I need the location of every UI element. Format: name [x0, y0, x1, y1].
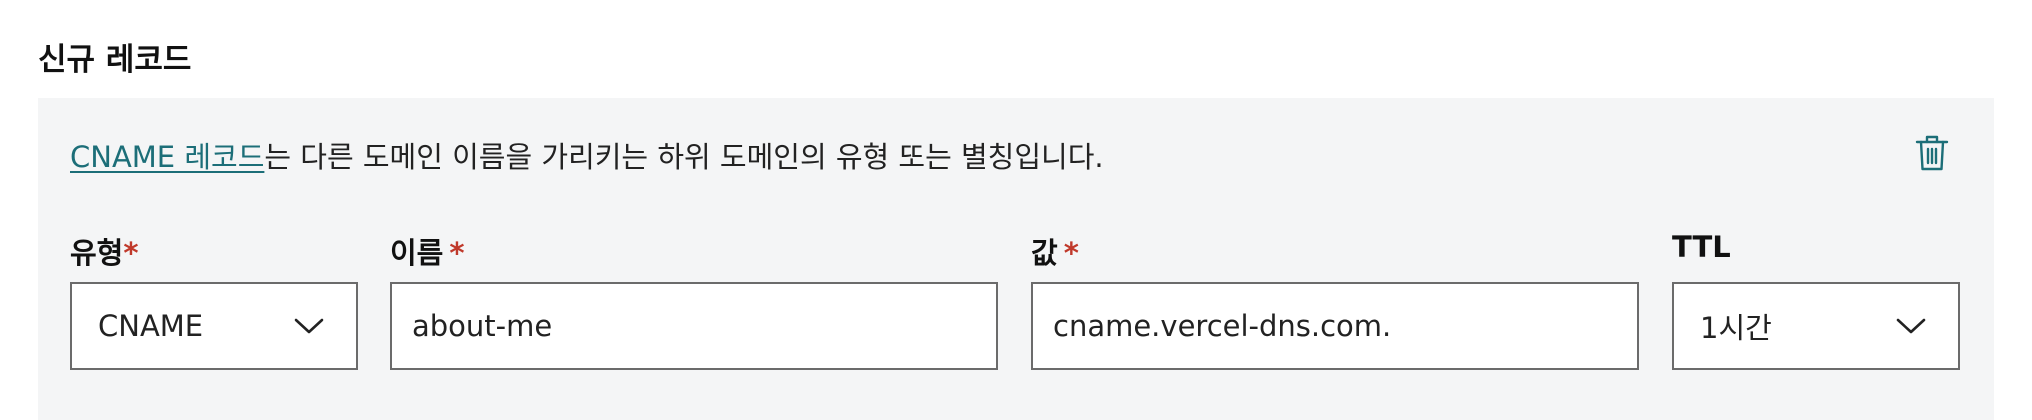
- new-record-panel: CNAME 레코드는 다른 도메인 이름을 가리키는 하위 도메인의 유형 또는…: [38, 98, 1994, 420]
- name-input[interactable]: about-me: [390, 282, 998, 370]
- chevron-down-icon: [294, 318, 324, 334]
- ttl-select[interactable]: 1시간: [1672, 282, 1960, 370]
- section-title: 신규 레코드: [38, 42, 192, 78]
- name-input-value: about-me: [412, 309, 553, 343]
- description-text: 는 다른 도메인 이름을 가리키는 하위 도메인의 유형 또는 별칭입니다.: [264, 140, 1104, 174]
- required-marker: *: [123, 236, 139, 270]
- required-marker: *: [449, 236, 465, 270]
- ttl-select-value: 1시간: [1700, 311, 1772, 345]
- required-marker: *: [1063, 236, 1079, 270]
- name-label: 이름 *: [390, 236, 465, 270]
- record-description: CNAME 레코드는 다른 도메인 이름을 가리키는 하위 도메인의 유형 또는…: [70, 134, 1104, 176]
- value-label: 값 *: [1031, 236, 1079, 270]
- delete-record-button[interactable]: [1915, 134, 1949, 172]
- value-input-value: cname.vercel-dns.com.: [1053, 309, 1392, 343]
- type-select[interactable]: CNAME: [70, 282, 358, 370]
- chevron-down-icon: [1896, 318, 1926, 334]
- value-input[interactable]: cname.vercel-dns.com.: [1031, 282, 1639, 370]
- type-label: 유형*: [70, 236, 139, 270]
- type-select-value: CNAME: [98, 309, 204, 343]
- ttl-label: TTL: [1672, 230, 1731, 264]
- trash-icon: [1915, 135, 1949, 171]
- cname-record-link[interactable]: CNAME 레코드: [70, 140, 264, 174]
